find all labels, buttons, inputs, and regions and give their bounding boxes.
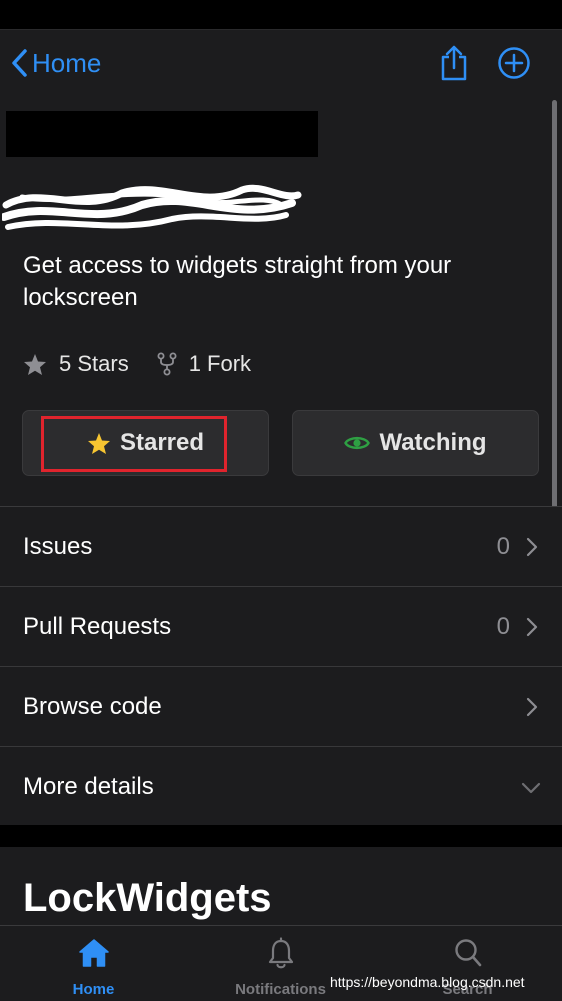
chevron-left-icon — [12, 49, 27, 77]
menu-item-more-details[interactable]: More details — [0, 746, 562, 826]
tab-label: Home — [72, 981, 115, 998]
menu-item-pull-requests[interactable]: Pull Requests 0 — [0, 586, 562, 666]
menu-item-label: More details — [23, 773, 154, 800]
readme-title: LockWidgets — [23, 876, 272, 920]
forks-count: 1 Fork — [188, 351, 252, 376]
menu-item-label: Browse code — [23, 693, 162, 720]
navigation-bar: Home — [0, 29, 562, 98]
status-bar — [0, 0, 562, 29]
menu-item-browse-code[interactable]: Browse code — [0, 666, 562, 746]
add-button[interactable] — [497, 46, 531, 80]
eye-icon — [344, 436, 371, 450]
menu-item-label: Pull Requests — [23, 613, 172, 640]
fork-icon — [157, 352, 177, 376]
repo-description: Get access to widgets straight from your… — [23, 252, 452, 311]
chevron-right-icon — [526, 537, 538, 557]
back-button[interactable]: Home — [10, 46, 101, 80]
stars-stat[interactable]: 5 Stars — [23, 351, 129, 377]
readme-section: LockWidgets — [0, 847, 562, 927]
redacted-owner-block — [6, 111, 318, 157]
share-icon — [441, 45, 467, 81]
menu-item-count: 0 — [496, 533, 510, 560]
plus-circle-icon — [498, 47, 530, 79]
section-divider — [0, 825, 562, 847]
watermark-text: https://beyondma.blog.csdn.net — [330, 974, 525, 990]
repo-stats: 5 Stars 1 Fork — [23, 349, 251, 379]
watch-button[interactable]: Watching — [292, 410, 539, 476]
repo-name-scribble — [2, 184, 302, 230]
back-button-label: Home — [32, 47, 102, 78]
scrollbar[interactable] — [552, 100, 557, 512]
tab-bar: Home Notifications Search https://beyond… — [0, 925, 562, 1001]
magnifier-icon — [454, 939, 481, 967]
star-icon — [24, 353, 46, 375]
menu-item-count: 0 — [496, 613, 510, 640]
tab-home[interactable]: Home — [0, 926, 187, 1001]
stars-count: 5 Stars — [59, 351, 129, 376]
chevron-right-icon — [526, 697, 538, 717]
annotation-highlight-box — [41, 416, 227, 472]
house-icon — [78, 939, 109, 967]
bell-icon — [268, 937, 293, 969]
repo-menu-list: Issues 0 Pull Requests 0 Browse code Mor… — [0, 506, 562, 826]
chevron-down-icon — [521, 782, 541, 794]
menu-item-issues[interactable]: Issues 0 — [0, 506, 562, 586]
forks-stat[interactable]: 1 Fork — [157, 351, 251, 377]
watch-button-label: Watching — [379, 429, 487, 456]
chevron-right-icon — [526, 617, 538, 637]
menu-item-label: Issues — [23, 533, 93, 560]
share-button[interactable] — [438, 44, 470, 82]
